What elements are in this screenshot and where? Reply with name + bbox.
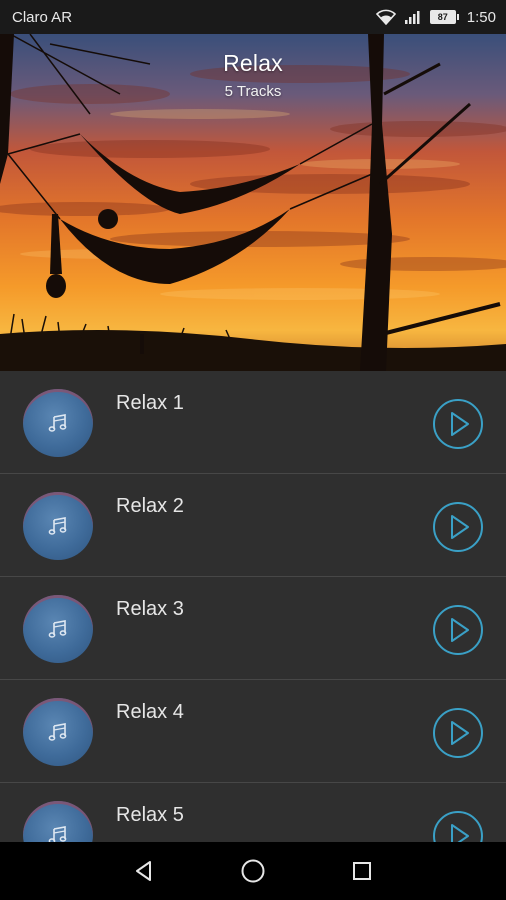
nav-recents-button[interactable] bbox=[348, 857, 376, 885]
track-title: Relax 5 bbox=[116, 804, 184, 826]
track-title: Relax 4 bbox=[116, 701, 184, 723]
music-note-icon bbox=[48, 414, 67, 432]
track-title: Relax 3 bbox=[116, 598, 184, 620]
track-row[interactable]: Relax 4 bbox=[0, 680, 506, 783]
status-bar: Claro AR 87 1:50 bbox=[0, 0, 506, 34]
play-icon[interactable] bbox=[432, 707, 484, 759]
clock: 1:50 bbox=[466, 8, 496, 26]
music-note-icon bbox=[48, 517, 67, 535]
music-note-icon bbox=[48, 723, 67, 741]
nav-back-button[interactable] bbox=[130, 857, 158, 885]
music-note-icon bbox=[48, 826, 67, 842]
wifi-icon bbox=[375, 9, 396, 25]
battery-icon: 87 bbox=[429, 10, 459, 24]
recents-square-icon bbox=[352, 862, 371, 880]
music-note-icon bbox=[48, 620, 67, 638]
back-triangle-icon bbox=[136, 861, 152, 881]
track-count: 5 Tracks bbox=[224, 83, 282, 100]
play-icon[interactable] bbox=[432, 810, 484, 842]
track-artwork bbox=[23, 801, 93, 842]
play-icon[interactable] bbox=[432, 398, 484, 450]
signal-icon bbox=[404, 11, 420, 24]
play-icon[interactable] bbox=[432, 604, 484, 656]
track-artwork bbox=[23, 698, 93, 766]
track-row[interactable]: Relax 2 bbox=[0, 474, 506, 577]
album-header: Relax 5 Tracks bbox=[0, 34, 506, 371]
home-circle-icon bbox=[241, 859, 265, 883]
system-nav-bar bbox=[0, 842, 506, 900]
playlist-title: Relax bbox=[223, 50, 283, 76]
track-artwork bbox=[23, 492, 93, 560]
carrier-name: Claro AR bbox=[12, 8, 73, 26]
track-artwork bbox=[23, 595, 93, 663]
play-icon[interactable] bbox=[432, 501, 484, 553]
track-title: Relax 2 bbox=[116, 495, 184, 517]
nav-home-button[interactable] bbox=[239, 857, 267, 885]
track-list[interactable]: Relax 1 Relax 2 Relax 3 Relax 4 Relax 5 bbox=[0, 371, 506, 842]
track-title: Relax 1 bbox=[116, 392, 184, 414]
track-artwork bbox=[23, 389, 93, 457]
battery-level: 87 bbox=[429, 10, 456, 24]
status-icons: 87 1:50 bbox=[375, 8, 496, 26]
track-row[interactable]: Relax 1 bbox=[0, 371, 506, 474]
track-row[interactable]: Relax 3 bbox=[0, 577, 506, 680]
track-row[interactable]: Relax 5 bbox=[0, 783, 506, 842]
